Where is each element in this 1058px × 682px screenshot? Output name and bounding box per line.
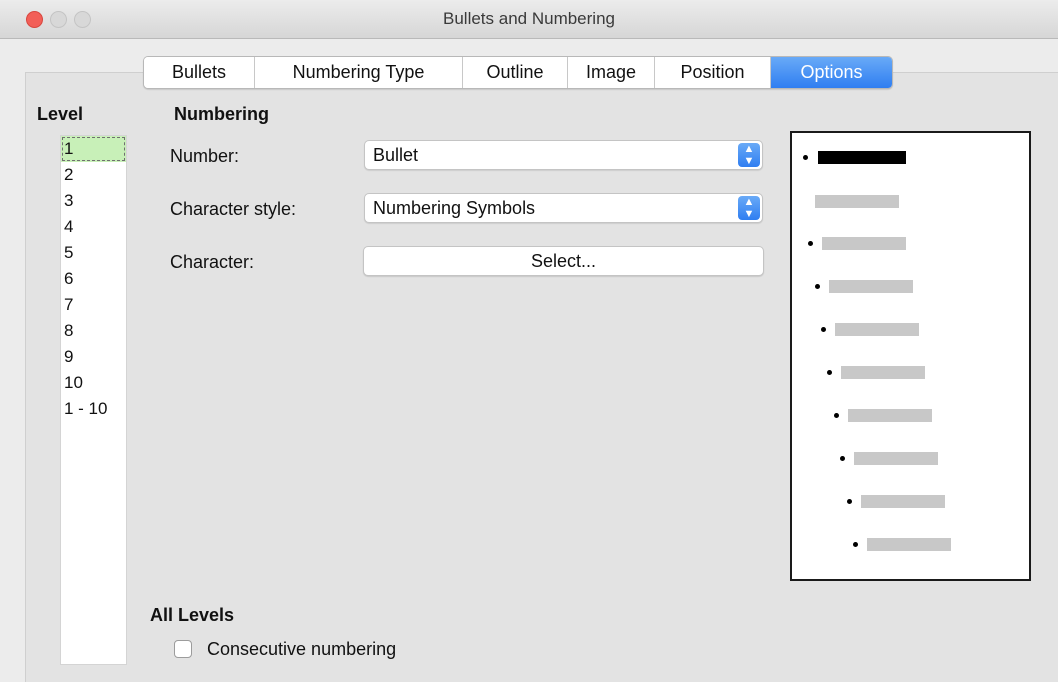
level-item[interactable]: 1 [61, 136, 126, 162]
number-select-value: Bullet [373, 145, 419, 165]
level-item[interactable]: 8 [61, 318, 126, 344]
level-item[interactable]: 9 [61, 344, 126, 370]
preview-line [841, 366, 925, 379]
updown-chevron-icon: ▲ ▼ [738, 196, 760, 220]
number-select[interactable]: Bullet ▲ ▼ [364, 140, 763, 170]
preview-line [854, 452, 938, 465]
preview-line [829, 280, 913, 293]
level-item[interactable]: 6 [61, 266, 126, 292]
preview-line [835, 323, 919, 336]
tab-bullets[interactable]: Bullets [144, 57, 255, 88]
numbering-preview [790, 131, 1031, 581]
bullet-dot [853, 542, 858, 547]
title-bar: Bullets and Numbering [0, 0, 1058, 39]
updown-chevron-icon: ▲ ▼ [738, 143, 760, 167]
tab-position[interactable]: Position [655, 57, 771, 88]
bullet-dot [815, 284, 820, 289]
consecutive-numbering-checkbox[interactable] [174, 640, 192, 658]
preview-line [861, 495, 945, 508]
bullet-dot [840, 456, 845, 461]
bullet-dot [827, 370, 832, 375]
level-item[interactable]: 1 - 10 [61, 396, 126, 422]
preview-line [815, 195, 899, 208]
character-style-select[interactable]: Numbering Symbols ▲ ▼ [364, 193, 763, 223]
level-item[interactable]: 10 [61, 370, 126, 396]
bullet-dot [808, 241, 813, 246]
preview-line [867, 538, 951, 551]
level-item[interactable]: 3 [61, 188, 126, 214]
level-item[interactable]: 4 [61, 214, 126, 240]
bullet-dot [847, 499, 852, 504]
bullet-dot [834, 413, 839, 418]
tab-image[interactable]: Image [568, 57, 655, 88]
level-item[interactable]: 5 [61, 240, 126, 266]
preview-line [822, 237, 906, 250]
character-style-label: Character style: [170, 199, 297, 219]
character-style-value: Numbering Symbols [373, 198, 536, 218]
level-label: Level [37, 104, 84, 124]
select-character-button[interactable]: Select... [363, 246, 764, 276]
character-label: Character: [170, 252, 255, 272]
consecutive-numbering-label: Consecutive numbering [207, 639, 397, 659]
tab-options[interactable]: Options [771, 57, 892, 88]
window-title: Bullets and Numbering [443, 9, 615, 28]
tab-bar: Bullets Numbering Type Outline Image Pos… [143, 56, 893, 89]
bullet-dot [803, 155, 808, 160]
tab-outline[interactable]: Outline [463, 57, 568, 88]
level-list[interactable]: 1 2 3 4 5 6 7 8 9 10 1 - 10 [60, 135, 127, 665]
numbering-section-title: Numbering [174, 104, 270, 124]
tab-numbering-type[interactable]: Numbering Type [255, 57, 463, 88]
all-levels-title: All Levels [150, 605, 235, 625]
level-item[interactable]: 2 [61, 162, 126, 188]
number-label: Number: [170, 146, 240, 166]
preview-line-active [818, 151, 906, 164]
level-item[interactable]: 7 [61, 292, 126, 318]
preview-line [848, 409, 932, 422]
bullet-dot [821, 327, 826, 332]
